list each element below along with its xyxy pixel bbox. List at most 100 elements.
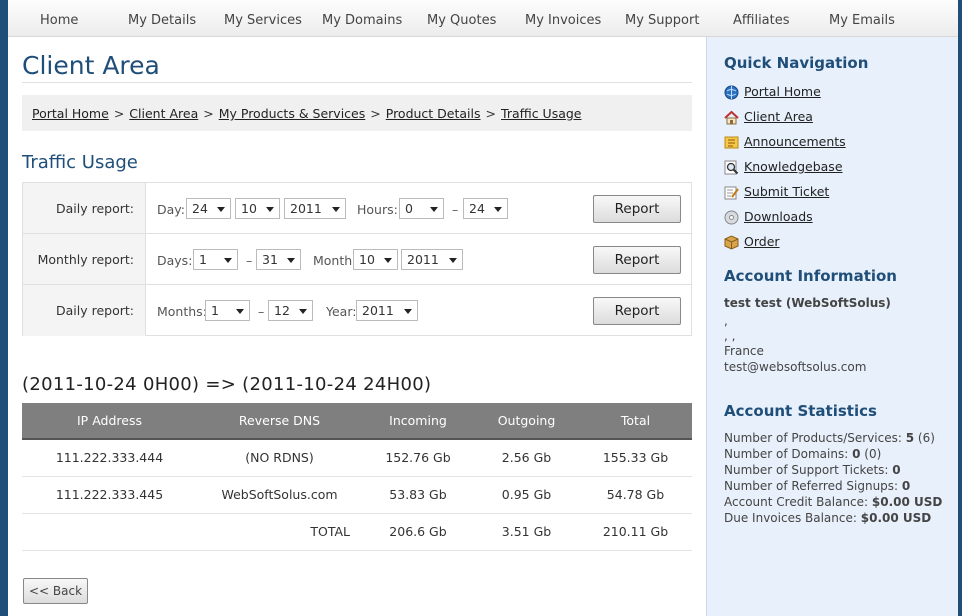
outgoing-cell: 3.51 Gb [474,513,579,551]
month-start-select[interactable]: 1 [205,300,250,321]
total-cell: 54.78 Gb [579,476,692,514]
section-title: Traffic Usage [22,152,138,173]
range-dash: – [452,202,459,217]
house-icon [724,110,739,125]
chevron-down-icon [494,207,502,212]
daily-report-row: Daily report: Day: 24 10 2011 Hours: 0 –… [23,183,691,234]
months-label: Months: [157,304,207,319]
hours-label: Hours: [357,202,398,217]
announcement-icon [724,136,739,149]
sidebar-link[interactable]: Order [744,234,780,249]
report-label: Daily report: [23,183,146,233]
nav-my-invoices[interactable]: My Invoices [525,13,601,28]
sidebar-link[interactable]: Client Area [744,109,813,124]
rdns-cell: WebSoftSolus.com [197,476,362,514]
nav-my-domains[interactable]: My Domains [322,13,402,28]
magnifier-icon [724,160,739,175]
stat-label: Number of Support Tickets: [724,463,889,477]
total-cell: 155.33 Gb [579,439,692,477]
hour-start-select[interactable]: 0 [399,198,444,219]
sidebar-link[interactable]: Portal Home [744,84,821,99]
month-end-select[interactable]: 12 [268,300,313,321]
day-select[interactable]: 24 [186,198,231,219]
nav-my-support[interactable]: My Support [625,13,699,28]
sidebar: Quick Navigation Portal Home Client Area… [706,37,958,616]
stat-label: Number of Referred Signups: [724,479,899,493]
range-dash: – [246,253,253,268]
total-cell: 210.11 Gb [579,513,692,551]
yearly-report-row: Daily report: Months: 1 – 12 Year: 2011 … [23,285,691,336]
select-value: 2011 [290,201,322,216]
select-value: 24 [469,201,485,216]
nav-affiliates[interactable]: Affiliates [733,13,790,28]
sidebar-link[interactable]: Knowledgebase [744,159,843,174]
column-header: Reverse DNS [197,403,362,440]
account-name: test test (WebSoftSolus) [724,296,891,310]
report-label: Daily report: [23,285,146,336]
table-total-row: TOTAL 206.6 Gb 3.51 Gb 210.11 Gb [22,513,692,551]
globe-icon [724,85,739,100]
table-row: 111.222.333.444 (NO RDNS) 152.76 Gb 2.56… [22,439,692,477]
stat-tickets: Number of Support Tickets: 0 [724,463,901,477]
day-start-select[interactable]: 1 [193,249,238,270]
month-select[interactable]: 10 [235,198,280,219]
stat-value: 0 [892,463,901,477]
nav-my-details[interactable]: My Details [128,13,196,28]
stat-value: 0 [852,447,861,461]
account-address-line: , , [724,329,736,343]
top-navigation: Home My Details My Services My Domains M… [8,0,958,37]
select-value: 1 [211,303,219,318]
breadcrumb-product-details[interactable]: Product Details [386,106,481,121]
box-icon [724,235,739,250]
breadcrumb-client-area[interactable]: Client Area [129,106,198,121]
select-value: 10 [241,201,257,216]
sidebar-link[interactable]: Announcements [744,134,846,149]
hour-end-select[interactable]: 24 [463,198,508,219]
chevron-down-icon [287,258,295,263]
ticket-icon [724,186,739,200]
breadcrumb: Portal Home > Client Area > My Products & Se… [22,95,692,131]
stat-label: Account Credit Balance: [724,495,869,509]
column-header: Outgoing [474,403,579,440]
window-frame-right [958,0,962,616]
title-divider [22,82,692,83]
nav-my-services[interactable]: My Services [224,13,302,28]
table-row: 111.222.333.445 WebSoftSolus.com 53.83 G… [22,476,692,514]
breadcrumb-traffic-usage[interactable]: Traffic Usage [501,106,581,121]
month-select[interactable]: 10 [353,249,398,270]
year-select[interactable]: 2011 [356,300,418,321]
year-select[interactable]: 2011 [401,249,463,270]
incoming-cell: 152.76 Gb [362,439,474,477]
breadcrumb-portal-home[interactable]: Portal Home [32,106,109,121]
select-value: 12 [274,303,290,318]
breadcrumb-separator: > [370,106,381,121]
chevron-down-icon [266,207,274,212]
breadcrumb-products-services[interactable]: My Products & Services [219,106,366,121]
year-select[interactable]: 2011 [284,198,346,219]
rdns-cell: (NO RDNS) [197,439,362,477]
nav-my-emails[interactable]: My Emails [829,13,895,28]
back-button[interactable]: << Back [23,578,88,604]
chevron-down-icon [236,309,244,314]
account-address-line: , [724,314,728,328]
chevron-down-icon [217,207,225,212]
column-header: Total [579,403,692,440]
account-statistics-heading: Account Statistics [724,402,877,420]
select-value: 24 [192,201,208,216]
day-end-select[interactable]: 31 [256,249,301,270]
sidebar-link[interactable]: Downloads [744,209,813,224]
outgoing-cell: 0.95 Gb [474,476,579,514]
stat-value: $0.00 USD [860,511,932,525]
stat-label: Number of Domains: [724,447,849,461]
report-form-box: Daily report: Day: 24 10 2011 Hours: 0 –… [22,182,692,336]
report-range-title: (2011-10-24 0H00) => (2011-10-24 24H00) [22,374,432,395]
yearly-report-button[interactable]: Report [593,297,681,325]
select-value: 10 [359,252,375,267]
nav-my-quotes[interactable]: My Quotes [427,13,496,28]
nav-home[interactable]: Home [40,13,78,28]
incoming-cell: 53.83 Gb [362,476,474,514]
sidebar-link[interactable]: Submit Ticket [744,184,829,199]
daily-report-button[interactable]: Report [593,195,681,223]
monthly-report-button[interactable]: Report [593,246,681,274]
monthly-report-row: Monthly report: Days: 1 – 31 Month: 10 2… [23,234,691,285]
